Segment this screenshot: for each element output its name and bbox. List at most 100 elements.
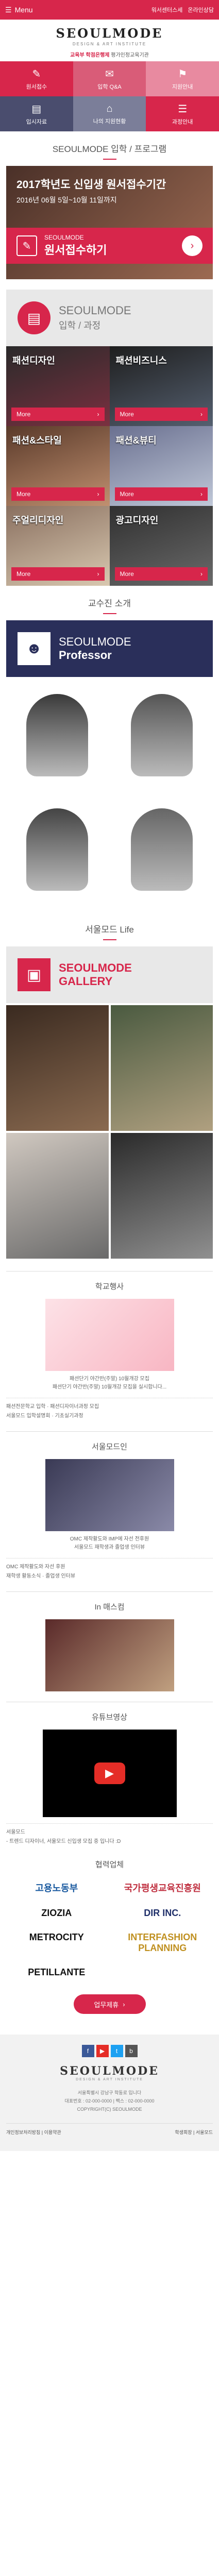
applicant-center-link[interactable]: 워서센터스세 — [151, 6, 183, 14]
gallery-header-subtitle: GALLERY — [59, 975, 113, 988]
partner-logo[interactable]: ZIOZIA — [6, 1908, 107, 1919]
professor-photo — [26, 808, 89, 891]
news-link[interactable]: 패션전문학교 입학 · 패션디자이너과정 모집 — [6, 1402, 213, 1412]
admission-section-title: SEOULMODE 입학 / 프로그램 — [0, 131, 219, 166]
footer-logo-subtitle: DESIGN & ART INSTITUTE — [76, 2078, 143, 2081]
pen-icon: ✎ — [16, 235, 37, 256]
more-button[interactable]: More › — [11, 487, 105, 501]
news-thumbnail[interactable] — [45, 1299, 174, 1371]
footer-policy-links[interactable]: 개인정보처리방침 | 이용약관 — [6, 2129, 61, 2136]
news-section-title: 서울모드인 — [91, 1443, 127, 1451]
more-button[interactable]: More › — [114, 487, 208, 501]
hamburger-icon: ☰ — [5, 5, 12, 14]
news-links: OMC 제작활도와 자선 후원 재학생 활동소식 · 졸업생 인터뷰 — [6, 1558, 213, 1581]
course-card[interactable]: 패션디자인 More › — [6, 346, 110, 426]
quick-menu-icon: ✉ — [105, 68, 114, 80]
admission-promo-banner[interactable]: 2017학년도 신입생 원서접수기간 2016년 06월 5일~10월 11일까… — [6, 166, 213, 279]
apply-bar-subtitle: SEOULMODE — [44, 234, 84, 241]
course-card[interactable]: 패션&스타일 More › — [6, 426, 110, 506]
professor-card[interactable] — [111, 793, 213, 906]
more-label: More — [120, 490, 134, 498]
quick-menu-item[interactable]: ⚑ 지원안내 — [146, 61, 219, 96]
chevron-right-icon: › — [97, 411, 99, 418]
professor-photo — [130, 808, 193, 891]
more-label: More — [120, 411, 134, 418]
news-thumbnail[interactable] — [45, 1459, 174, 1531]
promo-headline: 2017학년도 신입생 원서접수기간 — [16, 179, 166, 191]
more-label: More — [16, 570, 31, 578]
quick-menu-item[interactable]: ▤ 입시자료 — [0, 96, 73, 131]
news-caption: OMC 제작활도와 IMP에 자선 전후원 서울모드 재학생과 졸업생 인터뷰 — [6, 1535, 213, 1552]
professor-header: ☻ SEOULMODE Professor — [6, 620, 213, 677]
course-card[interactable]: 패션비즈니스 More › — [109, 346, 213, 426]
partner-logo[interactable]: PETILLANTE — [6, 1967, 107, 1978]
more-button[interactable]: More › — [11, 567, 105, 581]
more-button[interactable]: More › — [114, 408, 208, 421]
image-icon: ▣ — [18, 958, 50, 991]
blog-icon[interactable]: b — [125, 2045, 138, 2057]
professor-grid — [6, 677, 213, 912]
news-link[interactable]: 서울모드 입학설명회 · 기초실기과정 — [6, 1412, 213, 1421]
course-card[interactable]: 주얼리디자인 More › — [6, 506, 110, 586]
chevron-right-icon: › — [97, 570, 99, 578]
arrow-right-icon: › — [123, 2000, 125, 2008]
course-card[interactable]: 광고디자인 More › — [109, 506, 213, 586]
quick-menu-item[interactable]: ✉ 입학 Q&A — [73, 61, 146, 96]
partner-logo[interactable]: DIR INC. — [112, 1908, 213, 1919]
partnership-button[interactable]: 업무제휴 › — [73, 1994, 146, 2014]
professor-card[interactable] — [6, 679, 109, 791]
site-logo[interactable]: SEOULMODE — [0, 26, 219, 41]
news-link[interactable]: OMC 제작활도와 자선 후원 — [6, 1563, 213, 1572]
youtube-icon[interactable]: ▶ — [96, 2045, 109, 2057]
play-icon[interactable]: ▶ — [94, 1762, 125, 1784]
gallery-photo[interactable] — [110, 1005, 213, 1131]
facebook-icon[interactable]: f — [81, 2045, 94, 2057]
news-thumbnail[interactable] — [45, 1619, 174, 1691]
news-section-title: In 매스컴 — [94, 1603, 125, 1612]
professor-header-title: SEOULMODE — [59, 635, 131, 648]
partners-title: 협력업체 — [95, 1860, 124, 1869]
arrow-right-icon[interactable]: › — [182, 235, 203, 256]
quick-menu-item[interactable]: ⌂ 나의 지원현황 — [73, 96, 146, 131]
news-section: In 매스컴 — [6, 1591, 213, 1691]
quick-menu: ✎ 원서접수 ✉ 입학 Q&A ⚑ 지원안내 ▤ 입시자료 ⌂ 나의 지원현황 ☰ 과정안내 — [0, 61, 219, 131]
gallery-header: ▣ SEOULMODE GALLERY — [6, 946, 213, 1003]
gallery-photo[interactable] — [110, 1133, 213, 1259]
footer-right-links[interactable]: 학생회장 | 서울모드 — [175, 2129, 213, 2136]
menu-button[interactable]: ☰ Menu — [5, 6, 33, 14]
gallery-photo[interactable] — [6, 1005, 109, 1131]
news-summary: 서울모드 재학생과 졸업생 인터뷰 — [74, 1545, 145, 1550]
gallery-grid — [6, 1003, 213, 1261]
professor-card[interactable] — [6, 793, 109, 906]
online-consult-link[interactable]: 온라인상담 — [188, 6, 214, 14]
partner-logo[interactable]: INTERFASHION PLANNING — [112, 1932, 213, 1954]
quick-menu-item[interactable]: ☰ 과정안내 — [146, 96, 219, 131]
chevron-right-icon: › — [200, 411, 203, 418]
partner-logo[interactable]: 고용노동부 — [6, 1881, 107, 1894]
more-button[interactable]: More › — [114, 567, 208, 581]
quick-menu-label: 과정안내 — [172, 118, 193, 125]
more-button[interactable]: More › — [11, 408, 105, 421]
clipboard-icon: ▤ — [18, 301, 50, 334]
news-caption: 패션단기 야간반(주말) 10월개강 모집 패션단기 야간반(주말) 10월개강 … — [6, 1375, 213, 1392]
apply-bar[interactable]: ✎ SEOULMODE 원서접수하기 › — [6, 228, 213, 264]
quick-menu-item[interactable]: ✎ 원서접수 — [0, 61, 73, 96]
partner-logo[interactable]: 국가평생교육진흥원 — [112, 1881, 213, 1894]
news-link[interactable]: 재학생 활동소식 · 졸업생 인터뷰 — [6, 1572, 213, 1581]
more-label: More — [16, 411, 31, 418]
course-card[interactable]: 패션&뷰티 More › — [109, 426, 213, 506]
news-headline[interactable]: 패션단기 야간반(주말) 10월개강 모집 — [6, 1375, 213, 1383]
partner-logo[interactable]: METROCITY — [6, 1932, 107, 1954]
news-headline[interactable]: OMC 제작활도와 IMP에 자선 전후원 — [6, 1535, 213, 1544]
video-channel: 서울모드 — [6, 1829, 25, 1835]
person-icon: ☻ — [18, 632, 50, 665]
gallery-photo[interactable] — [6, 1133, 109, 1259]
video-section-title: 유튜브영상 — [91, 1713, 127, 1722]
professor-card[interactable] — [111, 679, 213, 791]
quick-menu-icon: ⚑ — [178, 68, 188, 80]
news-links: 패션전문학교 입학 · 패션디자이너과정 모집 서울모드 입학설명회 · 기초실기… — [6, 1398, 213, 1421]
quick-menu-label: 원서접수 — [26, 83, 47, 90]
twitter-icon[interactable]: t — [110, 2045, 123, 2057]
course-header-subtitle: 입학 / 과정 — [59, 320, 101, 331]
youtube-video[interactable]: ▶ — [42, 1730, 177, 1817]
